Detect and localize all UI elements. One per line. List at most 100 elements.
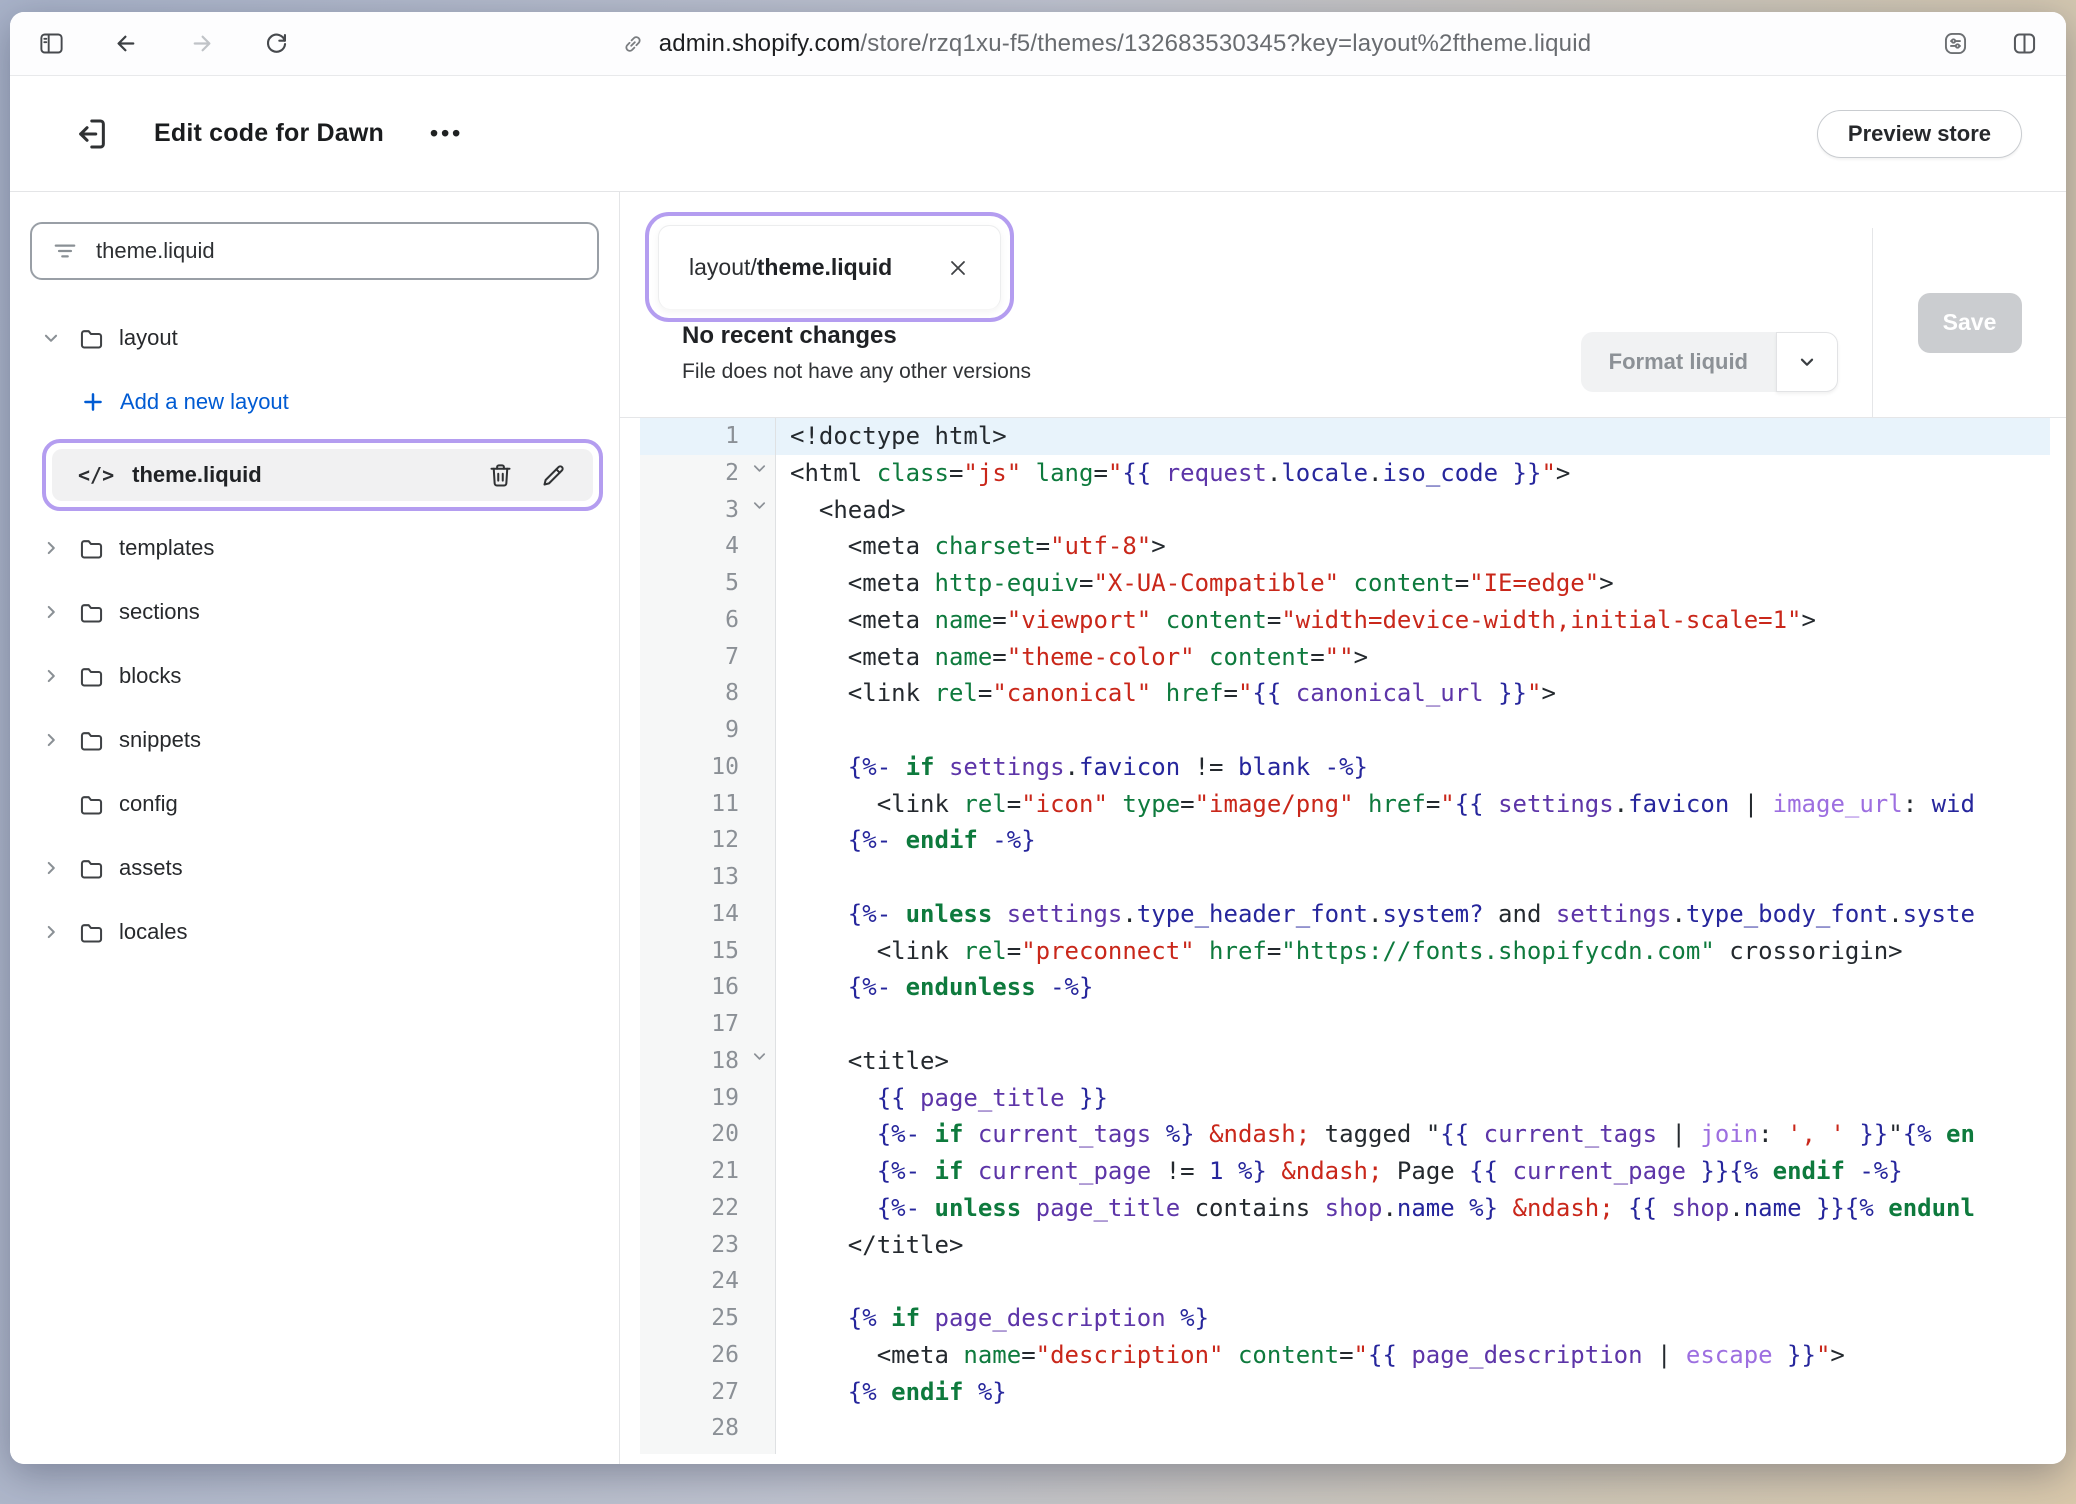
line-number: 13	[640, 859, 776, 896]
url-path: /store/rzq1xu-f5/themes/132683530345?key…	[860, 30, 1591, 57]
chevron-right-icon[interactable]	[38, 859, 64, 877]
chevron-right-icon[interactable]	[38, 603, 64, 621]
exit-editor-icon[interactable]	[72, 115, 110, 153]
code-line[interactable]: 2<html class="js" lang="{{ request.local…	[640, 455, 2050, 492]
code-line[interactable]: 17	[640, 1006, 2050, 1043]
code-line-text: {%- if current_tags %} &ndash; tagged "{…	[776, 1116, 2050, 1153]
code-line[interactable]: 4 <meta charset="utf-8">	[640, 528, 2050, 565]
folder-icon	[78, 727, 105, 754]
save-button[interactable]: Save	[1918, 293, 2022, 353]
code-line-text: {%- unless settings.type_header_font.sys…	[776, 896, 2050, 933]
chevron-right-icon[interactable]	[38, 731, 64, 749]
code-line-text	[776, 1263, 2050, 1300]
tune-icon[interactable]	[1942, 30, 1969, 57]
code-line[interactable]: 6 <meta name="viewport" content="width=d…	[640, 602, 2050, 639]
folder-icon	[78, 663, 105, 690]
code-line[interactable]: 15 <link rel="preconnect" href="https://…	[640, 933, 2050, 970]
chevron-right-icon[interactable]	[38, 923, 64, 941]
line-number: 27	[640, 1374, 776, 1411]
code-line[interactable]: 20 {%- if current_tags %} &ndash; tagged…	[640, 1116, 2050, 1153]
code-line[interactable]: 7 <meta name="theme-color" content="">	[640, 639, 2050, 676]
line-number: 16	[640, 969, 776, 1006]
tab-theme-liquid[interactable]: layout/theme.liquid	[658, 225, 1001, 309]
line-number: 6	[640, 602, 776, 639]
more-actions-button[interactable]: •••	[430, 120, 463, 147]
code-line[interactable]: 3 <head>	[640, 492, 2050, 529]
preview-store-button[interactable]: Preview store	[1817, 110, 2022, 158]
code-editor[interactable]: 1<!doctype html>2<html class="js" lang="…	[620, 418, 2050, 1454]
code-line[interactable]: 8 <link rel="canonical" href="{{ canonic…	[640, 675, 2050, 712]
file-tree: layout Add a new layout </> theme.liquid…	[10, 306, 619, 964]
code-line-text: <title>	[776, 1043, 2050, 1080]
fold-toggle-icon[interactable]	[752, 498, 767, 513]
line-number: 14	[640, 896, 776, 933]
sidebar-item-config[interactable]: config	[10, 772, 619, 836]
code-line[interactable]: 16 {%- endunless -%}	[640, 969, 2050, 1006]
search-input[interactable]	[96, 238, 577, 264]
code-line-text: {%- endunless -%}	[776, 969, 2050, 1006]
line-number: 22	[640, 1190, 776, 1227]
code-line[interactable]: 12 {%- endif -%}	[640, 822, 2050, 859]
close-tab-icon[interactable]	[946, 256, 970, 280]
reload-icon[interactable]	[263, 30, 290, 57]
code-line[interactable]: 19 {{ page_title }}	[640, 1080, 2050, 1117]
filter-icon	[52, 238, 78, 264]
folder-icon	[78, 599, 105, 626]
code-line[interactable]: 1<!doctype html>	[640, 418, 2050, 455]
code-line-text	[776, 712, 2050, 749]
line-number: 24	[640, 1263, 776, 1300]
sidebar-item-layout[interactable]: layout	[10, 306, 619, 370]
chevron-right-icon[interactable]	[38, 667, 64, 685]
sidebar-item-templates[interactable]: templates	[10, 516, 619, 580]
fold-toggle-icon[interactable]	[752, 461, 767, 476]
code-line[interactable]: 22 {%- unless page_title contains shop.n…	[640, 1190, 2050, 1227]
code-line-text	[776, 1410, 2050, 1447]
forward-icon[interactable]	[188, 30, 215, 57]
code-line[interactable]: 28	[640, 1410, 2050, 1447]
code-line[interactable]: 18 <title>	[640, 1043, 2050, 1080]
code-line[interactable]: 23 </title>	[640, 1227, 2050, 1264]
active-tab-highlight-ring: layout/theme.liquid	[645, 212, 1014, 322]
split-view-icon[interactable]	[2011, 30, 2038, 57]
format-dropdown-button[interactable]	[1776, 332, 1838, 392]
code-line[interactable]: 14 {%- unless settings.type_header_font.…	[640, 896, 2050, 933]
code-line[interactable]: 5 <meta http-equiv="X-UA-Compatible" con…	[640, 565, 2050, 602]
line-number: 21	[640, 1153, 776, 1190]
code-line[interactable]: 21 {%- if current_page != 1 %} &ndash; P…	[640, 1153, 2050, 1190]
sidebar-item-blocks[interactable]: blocks	[10, 644, 619, 708]
delete-file-icon[interactable]	[487, 462, 514, 489]
sidebar-item-snippets[interactable]: snippets	[10, 708, 619, 772]
code-line[interactable]: 24	[640, 1263, 2050, 1300]
rename-file-icon[interactable]	[540, 462, 567, 489]
code-line[interactable]: 10 {%- if settings.favicon != blank -%}	[640, 749, 2050, 786]
code-line-text: <link rel="icon" type="image/png" href="…	[776, 786, 2050, 823]
code-line-text: <meta http-equiv="X-UA-Compatible" conte…	[776, 565, 2050, 602]
editor-toolbar: layout/theme.liquid No recent changes Fi…	[620, 192, 2066, 418]
code-line[interactable]: 27 {% endif %}	[640, 1374, 2050, 1411]
code-line[interactable]: 25 {% if page_description %}	[640, 1300, 2050, 1337]
chevron-right-icon[interactable]	[38, 539, 64, 557]
sidebar-item-assets[interactable]: assets	[10, 836, 619, 900]
add-new-layout-button[interactable]: Add a new layout	[10, 370, 619, 434]
code-line[interactable]: 29 {% render 'meta-tags' %}	[640, 1447, 2050, 1454]
sidebar-item-theme-liquid[interactable]: </> theme.liquid	[52, 449, 593, 501]
chevron-down-icon[interactable]	[38, 329, 64, 347]
sidebar-item-locales[interactable]: locales	[10, 900, 619, 964]
code-line[interactable]: 9	[640, 712, 2050, 749]
tab-file-name: theme.liquid	[757, 254, 892, 280]
fold-toggle-icon[interactable]	[752, 1049, 767, 1064]
selected-file-highlight-ring: </> theme.liquid	[42, 439, 603, 511]
code-line[interactable]: 26 <meta name="description" content="{{ …	[640, 1337, 2050, 1374]
address-bar[interactable]: admin.shopify.com/store/rzq1xu-f5/themes…	[290, 30, 1922, 58]
line-number: 10	[640, 749, 776, 786]
version-status-subtitle: File does not have any other versions	[682, 360, 1031, 384]
panel-toggle-icon[interactable]	[38, 30, 65, 57]
code-line-text: <!doctype html>	[776, 418, 2050, 455]
sidebar-item-sections[interactable]: sections	[10, 580, 619, 644]
format-liquid-button[interactable]: Format liquid	[1581, 332, 1776, 392]
line-number: 19	[640, 1080, 776, 1117]
code-line[interactable]: 13	[640, 859, 2050, 896]
page-title: Edit code for Dawn	[154, 119, 384, 148]
code-line[interactable]: 11 <link rel="icon" type="image/png" hre…	[640, 786, 2050, 823]
back-icon[interactable]	[113, 30, 140, 57]
